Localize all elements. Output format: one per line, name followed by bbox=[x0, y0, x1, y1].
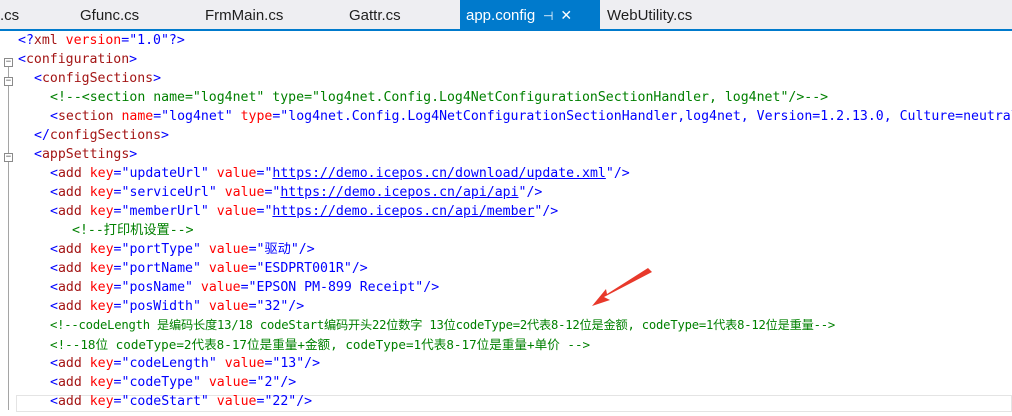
annotation-arrow bbox=[592, 268, 652, 306]
arrow-shape bbox=[592, 268, 652, 306]
